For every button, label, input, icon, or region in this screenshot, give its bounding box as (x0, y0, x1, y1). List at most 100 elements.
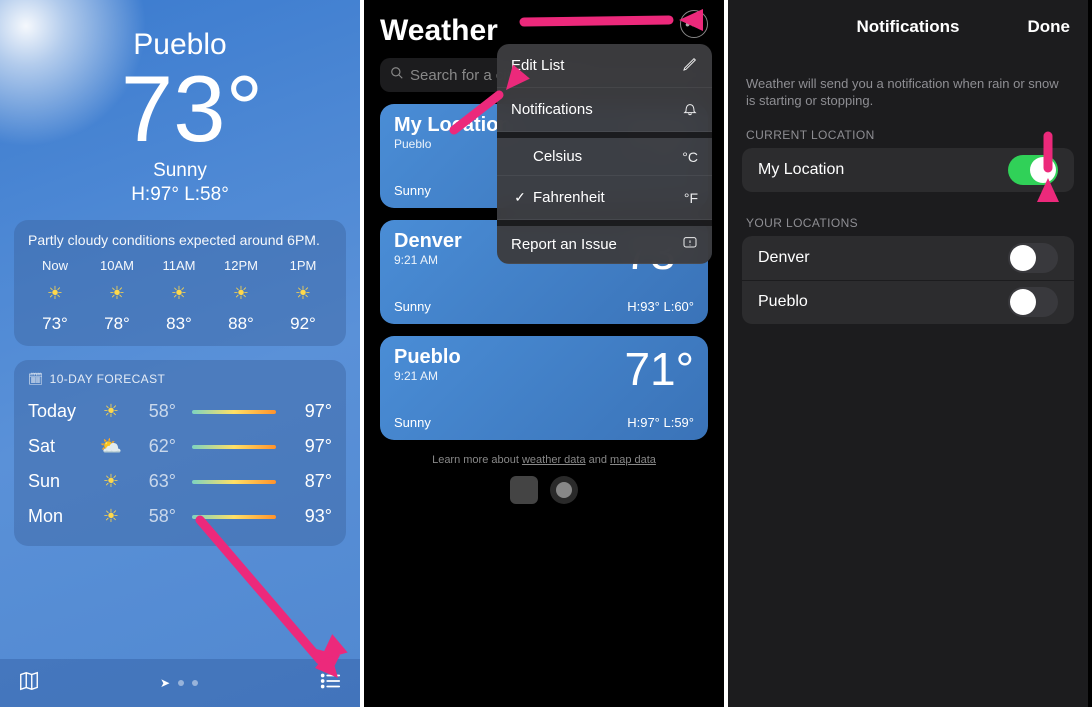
provider-logos (364, 476, 724, 509)
ten-day-header-label: 10-DAY FORECAST (50, 372, 166, 386)
sun-icon: ☀ (90, 283, 144, 304)
footer-text: Learn more about (432, 454, 522, 466)
provider-logo (550, 476, 578, 504)
hour-temp: 88° (214, 314, 268, 334)
hour-col: 1PM ☀ 92° (276, 258, 330, 334)
city-card-cond: Sunny (394, 183, 431, 198)
sheet-header: Notifications Done (728, 0, 1088, 54)
map-icon[interactable] (18, 670, 40, 697)
notifications-panel: Notifications Done Weather will send you… (728, 0, 1088, 707)
cloud-sun-icon: ⛅ (96, 436, 126, 457)
section-header: YOUR LOCATIONS (728, 216, 1088, 236)
day-name: Mon (28, 506, 86, 527)
hourly-card[interactable]: Partly cloudy conditions expected around… (14, 220, 346, 346)
weather-list-panel: Weather ••• Search for a city or airport… (364, 0, 724, 707)
hour-col: 12PM ☀ 88° (214, 258, 268, 334)
day-high: 97° (292, 436, 332, 457)
hourly-row[interactable]: Now ☀ 73° 10AM ☀ 78° 11AM ☀ 83° 12PM ☀ 8… (28, 258, 332, 334)
day-row[interactable]: Today ☀ 58° 97° (28, 394, 332, 429)
footer-text: and (586, 454, 610, 466)
weather-header: Pueblo 73° Sunny H:97° L:58° (0, 0, 360, 206)
city-card-hilo: H:93° L:60° (627, 299, 694, 314)
pencil-icon (682, 56, 698, 75)
toggle-denver[interactable] (1008, 243, 1058, 273)
hour-col: Now ☀ 73° (28, 258, 82, 334)
row-pueblo[interactable]: Pueblo (742, 280, 1074, 324)
day-name: Sat (28, 436, 86, 457)
sun-icon: ☀ (152, 283, 206, 304)
row-label: My Location (758, 161, 844, 179)
menu-label: Fahrenheit (533, 189, 605, 206)
hour-label: 10AM (90, 258, 144, 273)
current-temp: 73° (24, 62, 360, 156)
ten-day-header: 🗓 10-DAY FORECAST (28, 372, 332, 386)
hour-temp: 92° (276, 314, 330, 334)
day-high: 87° (292, 471, 332, 492)
hour-label: Now (28, 258, 82, 273)
hour-temp: 78° (90, 314, 144, 334)
condition-text: Sunny (0, 160, 360, 182)
annotation-arrow (180, 500, 360, 695)
day-name: Today (28, 401, 86, 422)
sheet-description: Weather will send you a notification whe… (728, 54, 1088, 128)
annotation-arrow (1018, 128, 1078, 203)
annotation-arrow (514, 2, 714, 47)
hour-label: 1PM (276, 258, 330, 273)
annotation-arrow (444, 75, 534, 150)
weather-data-link[interactable]: weather data (522, 454, 586, 466)
sun-icon: ☀ (276, 283, 330, 304)
weather-main-panel: Pueblo 73° Sunny H:97° L:58° Partly clou… (0, 0, 360, 707)
city-card-temp: 71° (624, 342, 694, 396)
day-row[interactable]: Sun ☀ 63° 87° (28, 464, 332, 499)
toggle-knob (1010, 245, 1036, 271)
toggle-knob (1010, 289, 1036, 315)
bell-icon (682, 100, 698, 119)
city-card-cond: Sunny (394, 299, 431, 314)
hour-label: 11AM (152, 258, 206, 273)
sheet-title: Notifications (857, 17, 960, 37)
city-card[interactable]: Pueblo 9:21 AM 71° Sunny H:97° L:59° (380, 336, 708, 440)
done-button[interactable]: Done (1028, 17, 1071, 37)
menu-label: Celsius (533, 148, 582, 165)
row-denver[interactable]: Denver (742, 236, 1074, 280)
hour-temp: 73° (28, 314, 82, 334)
day-high: 97° (292, 401, 332, 422)
unit-label: °F (684, 190, 698, 206)
day-low: 58° (136, 506, 176, 527)
sun-icon: ☀ (96, 506, 126, 527)
menu-report[interactable]: Report an Issue (497, 220, 712, 264)
temp-range-bar (192, 410, 276, 414)
sun-icon: ☀ (214, 283, 268, 304)
search-icon (390, 66, 404, 84)
hour-col: 11AM ☀ 83° (152, 258, 206, 334)
hour-col: 10AM ☀ 78° (90, 258, 144, 334)
sun-icon: ☀ (28, 283, 82, 304)
hour-temp: 83° (152, 314, 206, 334)
row-label: Denver (758, 249, 810, 267)
menu-fahrenheit[interactable]: ✓Fahrenheit °F (497, 176, 712, 220)
temp-range-bar (192, 480, 276, 484)
hour-label: 12PM (214, 258, 268, 273)
day-low: 63° (136, 471, 176, 492)
temp-range-bar (192, 445, 276, 449)
unit-label: °C (682, 149, 698, 165)
group-your-locations: Denver Pueblo (742, 236, 1074, 324)
toggle-pueblo[interactable] (1008, 287, 1058, 317)
exclaim-bubble-icon (682, 235, 698, 254)
map-data-link[interactable]: map data (610, 454, 656, 466)
check-icon: ✓ (511, 189, 529, 206)
sun-icon: ☀ (96, 471, 126, 492)
row-label: Pueblo (758, 293, 808, 311)
day-low: 58° (136, 401, 176, 422)
city-card-cond: Sunny (394, 415, 431, 430)
sun-icon: ☀ (96, 401, 126, 422)
city-card-hilo: H:97° L:59° (627, 415, 694, 430)
hi-lo-text: H:97° L:58° (0, 184, 360, 206)
day-low: 62° (136, 436, 176, 457)
calendar-icon: 🗓 (28, 372, 44, 386)
menu-label: Report an Issue (511, 236, 617, 253)
day-name: Sun (28, 471, 86, 492)
forecast-note: Partly cloudy conditions expected around… (28, 232, 332, 248)
weather-channel-logo (510, 476, 538, 504)
day-row[interactable]: Sat ⛅ 62° 97° (28, 429, 332, 464)
